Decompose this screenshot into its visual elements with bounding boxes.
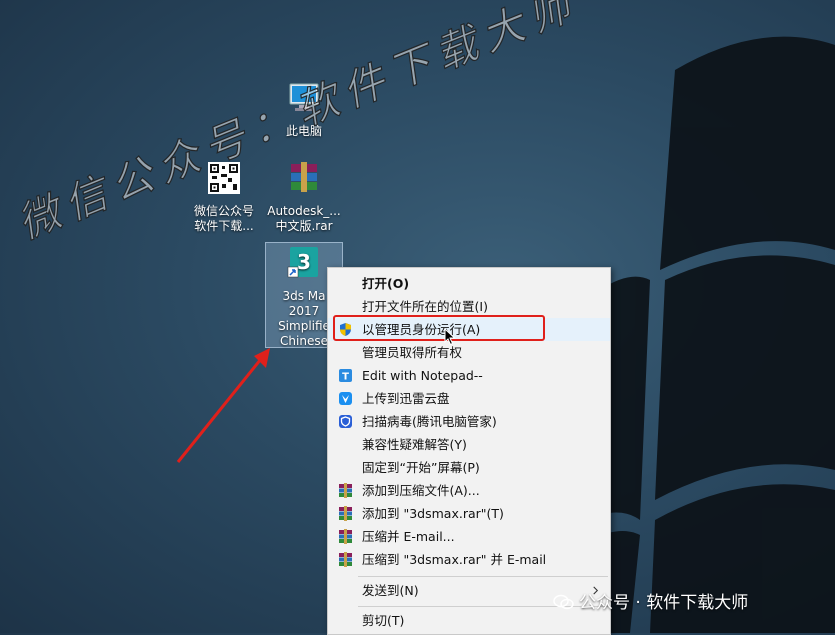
menu-item-pin-to-start[interactable]: 固定到“开始”屏幕(P)	[328, 456, 610, 479]
menu-item-edit-with-notepad[interactable]: T Edit with Notepad--	[328, 364, 610, 387]
menu-item-upload-thunder-cloud[interactable]: 上传到迅雷云盘	[328, 387, 610, 410]
menu-item-add-to-archive[interactable]: 添加到压缩文件(A)...	[328, 479, 610, 502]
menu-item-compress-to-3dsmax-rar-and-email[interactable]: 压缩到 "3dsmax.rar" 并 E-mail	[328, 548, 610, 571]
red-arrow-annotation	[176, 348, 270, 463]
menu-item-open[interactable]: 打开(O)	[328, 272, 610, 295]
svg-text:T: T	[342, 372, 349, 383]
winrar-icon	[339, 506, 352, 521]
wechat-brand-footer: 公众号 · 软件下载大师	[553, 588, 748, 613]
tencent-shield-icon	[339, 415, 352, 428]
menu-item-compress-and-email[interactable]: 压缩并 E-mail...	[328, 525, 610, 548]
menu-item-scan-virus[interactable]: 扫描病毒(腾讯电脑管家)	[328, 410, 610, 433]
menu-item-add-to-3dsmax-rar[interactable]: 添加到 "3dsmax.rar"(T)	[328, 502, 610, 525]
wechat-icon	[553, 594, 574, 610]
menu-item-take-ownership[interactable]: 管理员取得所有权	[328, 341, 610, 364]
notepad-icon: T	[339, 369, 352, 383]
menu-separator	[358, 576, 608, 577]
brand-text: 公众号 · 软件下载大师	[579, 593, 749, 613]
winrar-icon	[339, 552, 352, 567]
winrar-icon	[339, 483, 352, 498]
menu-item-compatibility-troubleshoot[interactable]: 兼容性疑难解答(Y)	[328, 433, 610, 456]
thunder-cloud-icon	[339, 392, 352, 405]
red-highlight-box-annotation	[333, 315, 545, 341]
winrar-icon	[339, 529, 352, 544]
mouse-cursor-icon	[444, 328, 456, 346]
